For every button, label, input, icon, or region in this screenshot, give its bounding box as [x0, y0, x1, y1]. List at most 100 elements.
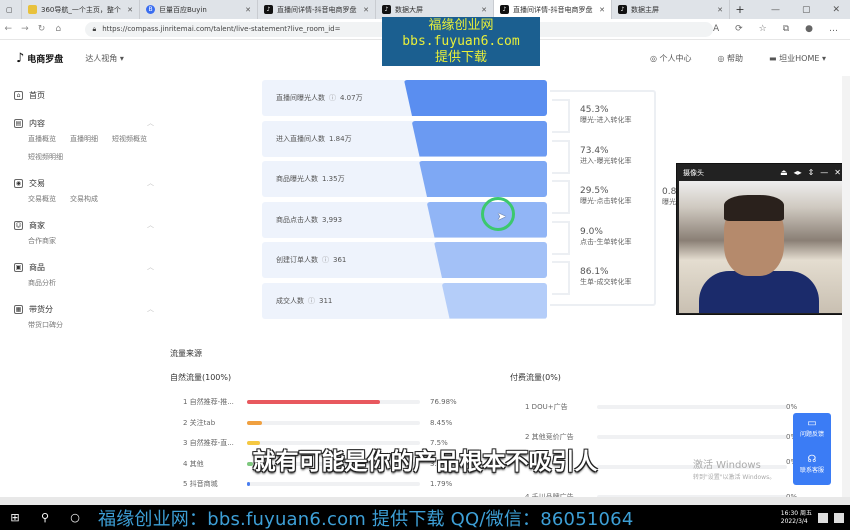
- info-icon[interactable]: ⓘ: [308, 297, 315, 305]
- favorites-icon[interactable]: ☆: [759, 24, 767, 34]
- account-dropdown[interactable]: ▬ 坦业HOME ▾: [769, 53, 826, 64]
- overall-rate-name: 曝光: [662, 198, 676, 206]
- system-clock[interactable]: 16:30 周五 2022/3/4: [781, 510, 812, 526]
- sidebar-subitem[interactable]: 交易概览: [28, 190, 56, 208]
- tab[interactable]: ♪ 直播间详情-抖音电商罗盘 ✕: [258, 0, 376, 19]
- natural-traffic-title: 自然流量(100%): [170, 373, 232, 382]
- home-icon[interactable]: ⌂: [50, 24, 67, 34]
- rate-value: 29.5%: [580, 186, 609, 196]
- back-icon[interactable]: ←: [0, 24, 17, 34]
- minimize-icon[interactable]: —: [820, 168, 828, 177]
- close-tab-icon[interactable]: ✕: [127, 6, 133, 14]
- sidebar-item-home[interactable]: ⌂ 首页: [14, 88, 154, 102]
- chevron-up-icon[interactable]: ︿: [147, 304, 154, 314]
- sidebar-item-score[interactable]: ▦ 带货分 ︿: [14, 302, 154, 316]
- rate-value: 45.3%: [580, 105, 609, 115]
- chevron-down-icon: ▾: [119, 53, 124, 63]
- tab-actions-icon[interactable]: ▢: [0, 0, 22, 19]
- sidebar-subitem[interactable]: 直播概览: [28, 130, 56, 148]
- sidebar-item-trade[interactable]: ◉ 交易 ︿: [14, 176, 154, 190]
- trade-icon: ◉: [14, 178, 23, 188]
- perspective-dropdown[interactable]: 达人视角 ▾: [85, 53, 124, 64]
- chevron-up-icon[interactable]: ︿: [147, 262, 154, 272]
- score-icon: ▦: [14, 304, 23, 314]
- product-icon: ▣: [14, 262, 23, 272]
- notification-app-icon[interactable]: [818, 512, 828, 523]
- conversion-rate: 9.0% 点击-生单转化率: [580, 227, 632, 247]
- tab[interactable]: ♪ 数据主屏 ✕: [612, 0, 730, 19]
- natural-traffic-row: 2 关注tab 8.45%: [183, 418, 473, 428]
- search-icon[interactable]: ⚲: [30, 511, 60, 524]
- forward-icon[interactable]: →: [17, 24, 34, 34]
- funnel-label: 商品点击人数 3,993: [276, 215, 342, 225]
- camera-window[interactable]: 摄像头 ⏏ ◂▸ ⇕ — ✕: [676, 163, 848, 315]
- collections-icon[interactable]: ⧉: [783, 24, 789, 34]
- funnel-row: 进入直播间人数 1.84万: [262, 120, 547, 157]
- traffic-bar-track: [597, 435, 787, 439]
- more-icon[interactable]: …: [829, 24, 838, 34]
- funnel-bar: [404, 80, 547, 116]
- sidebar-subitem[interactable]: 短视频概览: [112, 130, 147, 148]
- close-icon[interactable]: ✕: [834, 168, 841, 177]
- sidebar-subitem[interactable]: 合作商家: [28, 232, 56, 250]
- pin-top-icon[interactable]: ⏏: [780, 168, 788, 177]
- chevron-up-icon[interactable]: ︿: [147, 118, 154, 128]
- logo[interactable]: ♪ 电商罗盘: [16, 51, 63, 66]
- close-tab-icon[interactable]: ✕: [481, 6, 487, 14]
- new-tab-icon[interactable]: +: [730, 3, 750, 16]
- maximize-icon[interactable]: ▢: [802, 5, 811, 15]
- rate-name: 曝光-点击转化率: [580, 197, 632, 205]
- conversion-rate: 86.1% 生单-成交转化率: [580, 267, 632, 287]
- windows-start-icon[interactable]: ⊞: [0, 511, 30, 524]
- chevron-up-icon[interactable]: ︿: [147, 178, 154, 188]
- read-aloud-icon[interactable]: A: [713, 24, 719, 34]
- sidebar: ⌂ 首页 ▤ 内容 ︿ 直播概览 直播明细 短视频概览短视频明细 ◉ 交易 ︿ 交易概览 交易构成 ☺ 商家…: [14, 88, 154, 344]
- traffic-percent: 8.45%: [430, 418, 453, 427]
- conversion-rate: 45.3% 曝光-进入转化率: [580, 105, 632, 125]
- sidebar-subitem[interactable]: 商品分析: [28, 274, 56, 292]
- sidebar-item-product[interactable]: ▣ 商品 ︿: [14, 260, 154, 274]
- logo-text: 电商罗盘: [27, 54, 64, 65]
- info-icon[interactable]: ⓘ: [322, 256, 329, 264]
- personal-center-link[interactable]: ◎ 个人中心: [650, 53, 692, 64]
- action-center-icon[interactable]: [834, 512, 844, 523]
- rate-name: 生单-成交转化率: [580, 278, 632, 286]
- perspective-label: 达人视角: [85, 53, 118, 63]
- cortana-icon[interactable]: ○: [60, 511, 90, 524]
- sidebar-subitem[interactable]: 带货口碑分: [28, 316, 63, 334]
- profile-avatar[interactable]: ●: [805, 24, 813, 34]
- sidebar-group: ▦ 带货分 ︿ 带货口碑分: [14, 302, 154, 334]
- tab-title: 巨量百应Buyin: [159, 5, 207, 14]
- tab[interactable]: B 巨量百应Buyin ✕: [140, 0, 258, 19]
- sidebar-subitems: 交易概览 交易构成: [14, 190, 154, 208]
- tab[interactable]: 360导航_一个主页，整个 ✕: [22, 0, 140, 19]
- paid-traffic-row: 1 DOU+广告 0%: [525, 402, 805, 412]
- flip-horizontal-icon[interactable]: ◂▸: [794, 168, 802, 177]
- extensions-icon[interactable]: ⟳: [735, 24, 743, 34]
- help-link[interactable]: ◎ 帮助: [718, 53, 744, 64]
- info-icon[interactable]: ⓘ: [329, 94, 336, 102]
- minimize-icon[interactable]: —: [771, 5, 780, 15]
- refresh-icon[interactable]: ↻: [33, 24, 50, 34]
- sidebar-item-content[interactable]: ▤ 内容 ︿: [14, 116, 154, 130]
- chevron-up-icon[interactable]: ︿: [147, 220, 154, 230]
- flip-vertical-icon[interactable]: ⇕: [808, 168, 815, 177]
- sidebar-item-merchant[interactable]: ☺ 商家 ︿: [14, 218, 154, 232]
- camera-titlebar[interactable]: 摄像头 ⏏ ◂▸ ⇕ — ✕: [677, 164, 847, 181]
- close-tab-icon[interactable]: ✕: [599, 6, 605, 14]
- personal-label: 个人中心: [659, 53, 692, 63]
- url-text: https://compass.jinritemai.com/talent/li…: [102, 25, 341, 33]
- close-window-icon[interactable]: ✕: [832, 5, 840, 15]
- close-tab-icon[interactable]: ✕: [245, 6, 251, 14]
- sidebar-subitem[interactable]: 短视频明细: [28, 148, 63, 166]
- rate-value: 73.4%: [580, 145, 609, 156]
- close-tab-icon[interactable]: ✕: [363, 6, 369, 14]
- clock-time: 16:30 周五: [780, 509, 812, 517]
- sidebar-subitem[interactable]: 直播明细: [70, 130, 98, 148]
- sidebar-subitems: 合作商家: [14, 232, 154, 250]
- close-tab-icon[interactable]: ✕: [717, 6, 723, 14]
- vertical-scrollbar[interactable]: [842, 76, 850, 497]
- clock-date: 2022/3/4: [780, 517, 808, 525]
- tab-title: 数据大屏: [395, 5, 423, 14]
- sidebar-subitem[interactable]: 交易构成: [70, 190, 98, 208]
